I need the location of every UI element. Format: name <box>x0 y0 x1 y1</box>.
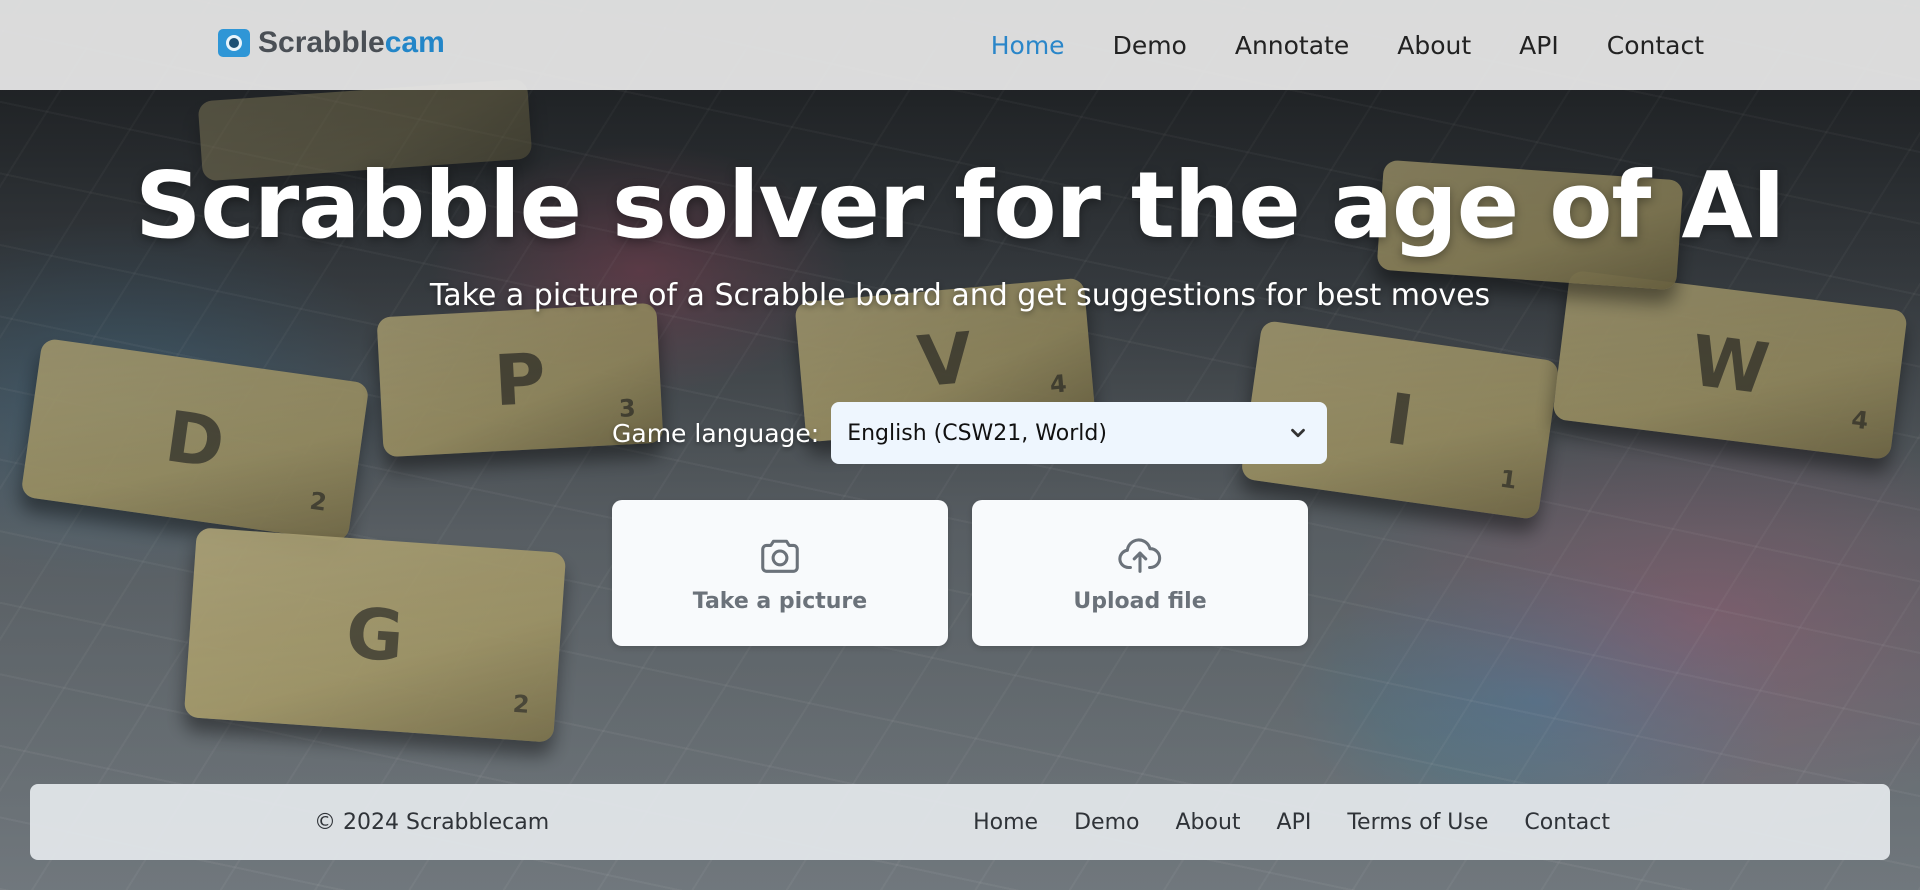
brand-name-part2: cam <box>384 26 445 59</box>
chevron-down-icon <box>1291 428 1306 438</box>
footer-link-home[interactable]: Home <box>973 810 1038 835</box>
footer-link-about[interactable]: About <box>1175 810 1240 835</box>
upload-file-label: Upload file <box>1073 588 1207 614</box>
take-picture-label: Take a picture <box>692 588 868 614</box>
cloud-upload-icon <box>1118 537 1162 573</box>
nav-contact[interactable]: Contact <box>1607 31 1704 60</box>
brand-name: Scrabblecam <box>258 26 445 60</box>
top-navbar: Scrabblecam Home Demo Annotate About API… <box>0 0 1920 90</box>
nav-home[interactable]: Home <box>991 31 1065 60</box>
nav-annotate[interactable]: Annotate <box>1235 31 1349 60</box>
footer-link-api[interactable]: API <box>1277 810 1312 835</box>
footer-link-terms[interactable]: Terms of Use <box>1347 810 1488 835</box>
camera-icon <box>218 29 250 57</box>
brand-name-part1: Scrabble <box>258 26 385 59</box>
nav-demo[interactable]: Demo <box>1113 31 1187 60</box>
camera-icon <box>761 539 799 573</box>
take-picture-button[interactable]: Take a picture <box>612 500 948 646</box>
footer-link-contact[interactable]: Contact <box>1524 810 1610 835</box>
nav-links: Home Demo Annotate About API Contact <box>991 0 1704 90</box>
footer: © 2024 Scrabblecam Home Demo About API T… <box>30 784 1890 860</box>
nav-api[interactable]: API <box>1519 31 1559 60</box>
hero-title: Scrabble solver for the age of AI <box>135 152 1786 259</box>
nav-about[interactable]: About <box>1397 31 1471 60</box>
language-row: Game language: English (CSW21, World) <box>612 402 1328 464</box>
upload-file-button[interactable]: Upload file <box>972 500 1308 646</box>
footer-links: Home Demo About API Terms of Use Contact <box>973 784 1610 860</box>
language-label: Game language: <box>612 418 820 448</box>
hero-subtitle: Take a picture of a Scrabble board and g… <box>429 278 1491 313</box>
language-select[interactable]: English (CSW21, World) <box>831 402 1328 464</box>
footer-link-demo[interactable]: Demo <box>1074 810 1139 835</box>
language-selected-value: English (CSW21, World) <box>847 420 1107 446</box>
brand-logo[interactable]: Scrabblecam <box>218 26 445 60</box>
copyright-text: © 2024 Scrabblecam <box>314 809 550 835</box>
